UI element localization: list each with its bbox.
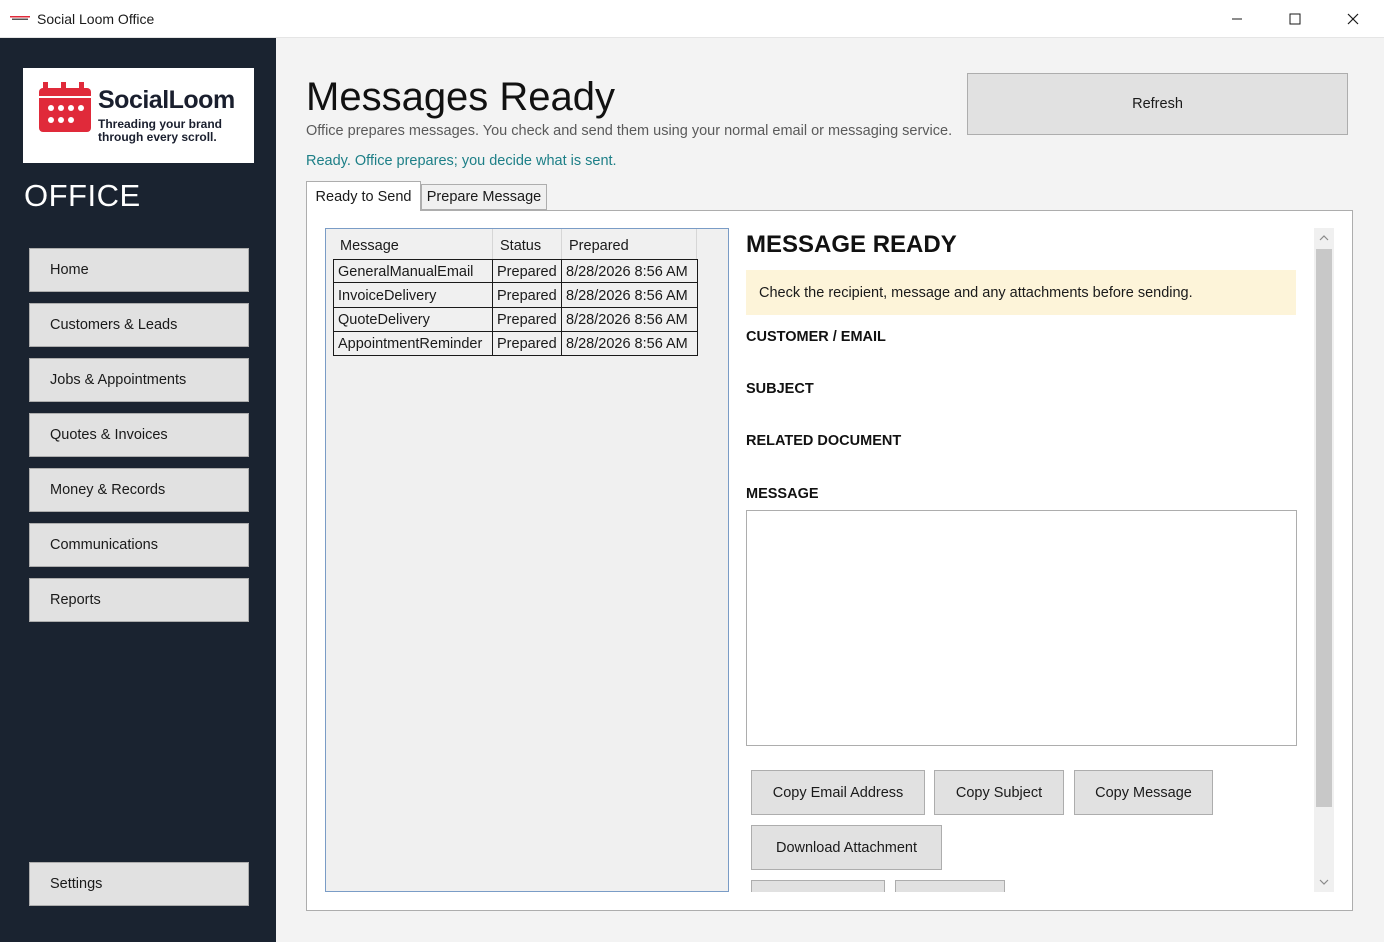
clipped-button[interactable]: [751, 880, 885, 892]
table-row[interactable]: GeneralManualEmail Prepared 8/28/2026 8:…: [333, 259, 698, 284]
tab-panel: Message Status Prepared GeneralManualEma…: [306, 210, 1353, 911]
window-title: Social Loom Office: [37, 11, 155, 27]
cell-status: Prepared: [493, 284, 562, 308]
grid-header: Message Status Prepared: [333, 229, 727, 259]
scrollbar-thumb[interactable]: [1316, 249, 1332, 807]
clipped-buttons-row: [746, 880, 1306, 892]
maximize-icon: [1289, 13, 1301, 25]
page-subtitle: Office prepares messages. You check and …: [306, 123, 953, 139]
nav-customers-leads-button[interactable]: Customers & Leads: [29, 303, 249, 347]
chevron-down-icon: [1319, 879, 1329, 885]
main-content: Messages Ready Office prepares messages.…: [276, 38, 1384, 942]
minimize-button[interactable]: [1208, 0, 1266, 38]
cell-message: InvoiceDelivery: [333, 284, 493, 308]
nav-money-records-button[interactable]: Money & Records: [29, 468, 249, 512]
cell-message: GeneralManualEmail: [333, 260, 493, 284]
copy-subject-button[interactable]: Copy Subject: [934, 770, 1064, 815]
tab-ready-to-send[interactable]: Ready to Send: [306, 181, 421, 211]
download-attachment-button[interactable]: Download Attachment: [751, 825, 942, 870]
table-row[interactable]: QuoteDelivery Prepared 8/28/2026 8:56 AM: [333, 308, 698, 332]
related-document-label: RELATED DOCUMENT: [746, 433, 902, 449]
chevron-up-icon: [1319, 235, 1329, 241]
detail-title: MESSAGE READY: [746, 231, 957, 258]
status-text: Ready. Office prepares; you decide what …: [306, 153, 617, 169]
table-row[interactable]: InvoiceDelivery Prepared 8/28/2026 8:56 …: [333, 284, 698, 308]
messages-grid[interactable]: Message Status Prepared GeneralManualEma…: [325, 228, 729, 892]
tab-prepare-message[interactable]: Prepare Message: [421, 184, 547, 210]
cell-status: Prepared: [493, 260, 562, 284]
nav-quotes-invoices-button[interactable]: Quotes & Invoices: [29, 413, 249, 457]
copy-email-button[interactable]: Copy Email Address: [751, 770, 925, 815]
logo-tagline: Threading your brand through every scrol…: [98, 117, 223, 144]
logo: SocialLoom Threading your brand through …: [23, 68, 254, 163]
nav-reports-button[interactable]: Reports: [29, 578, 249, 622]
column-header-prepared[interactable]: Prepared: [562, 229, 697, 259]
cell-prepared: 8/28/2026 8:56 AM: [562, 284, 698, 308]
close-icon: [1347, 13, 1359, 25]
detail-scrollbar[interactable]: [1314, 228, 1334, 892]
page-title: Messages Ready: [306, 75, 616, 119]
app-icon: [10, 16, 30, 20]
column-header-filler: [697, 229, 727, 259]
maximize-button[interactable]: [1266, 0, 1324, 38]
cell-prepared: 8/28/2026 8:56 AM: [562, 332, 698, 356]
calendar-logo-icon: [39, 82, 91, 132]
column-header-message[interactable]: Message: [333, 229, 493, 259]
section-label: OFFICE: [24, 178, 141, 213]
copy-message-button[interactable]: Copy Message: [1074, 770, 1213, 815]
nav-communications-button[interactable]: Communications: [29, 523, 249, 567]
customer-email-label: CUSTOMER / EMAIL: [746, 329, 886, 345]
cell-message: QuoteDelivery: [333, 308, 493, 332]
column-header-status[interactable]: Status: [493, 229, 562, 259]
scroll-up-button[interactable]: [1314, 228, 1334, 248]
refresh-button[interactable]: Refresh: [967, 73, 1348, 135]
cell-prepared: 8/28/2026 8:56 AM: [562, 260, 698, 284]
scroll-down-button[interactable]: [1314, 872, 1334, 892]
cell-status: Prepared: [493, 308, 562, 332]
nav-settings-button[interactable]: Settings: [29, 862, 249, 906]
message-label: MESSAGE: [746, 486, 819, 502]
nav-jobs-appointments-button[interactable]: Jobs & Appointments: [29, 358, 249, 402]
clipped-button[interactable]: [895, 880, 1005, 892]
nav-home-button[interactable]: Home: [29, 248, 249, 292]
logo-name: SocialLoom: [98, 86, 235, 114]
sidebar: SocialLoom Threading your brand through …: [0, 38, 276, 942]
cell-status: Prepared: [493, 332, 562, 356]
minimize-icon: [1232, 18, 1242, 20]
table-row[interactable]: AppointmentReminder Prepared 8/28/2026 8…: [333, 332, 698, 356]
close-button[interactable]: [1324, 0, 1382, 38]
title-bar: Social Loom Office: [0, 0, 1384, 38]
notice-banner: Check the recipient, message and any att…: [746, 270, 1296, 315]
subject-label: SUBJECT: [746, 381, 814, 397]
cell-prepared: 8/28/2026 8:56 AM: [562, 308, 698, 332]
cell-message: AppointmentReminder: [333, 332, 493, 356]
message-textarea[interactable]: [746, 510, 1297, 746]
